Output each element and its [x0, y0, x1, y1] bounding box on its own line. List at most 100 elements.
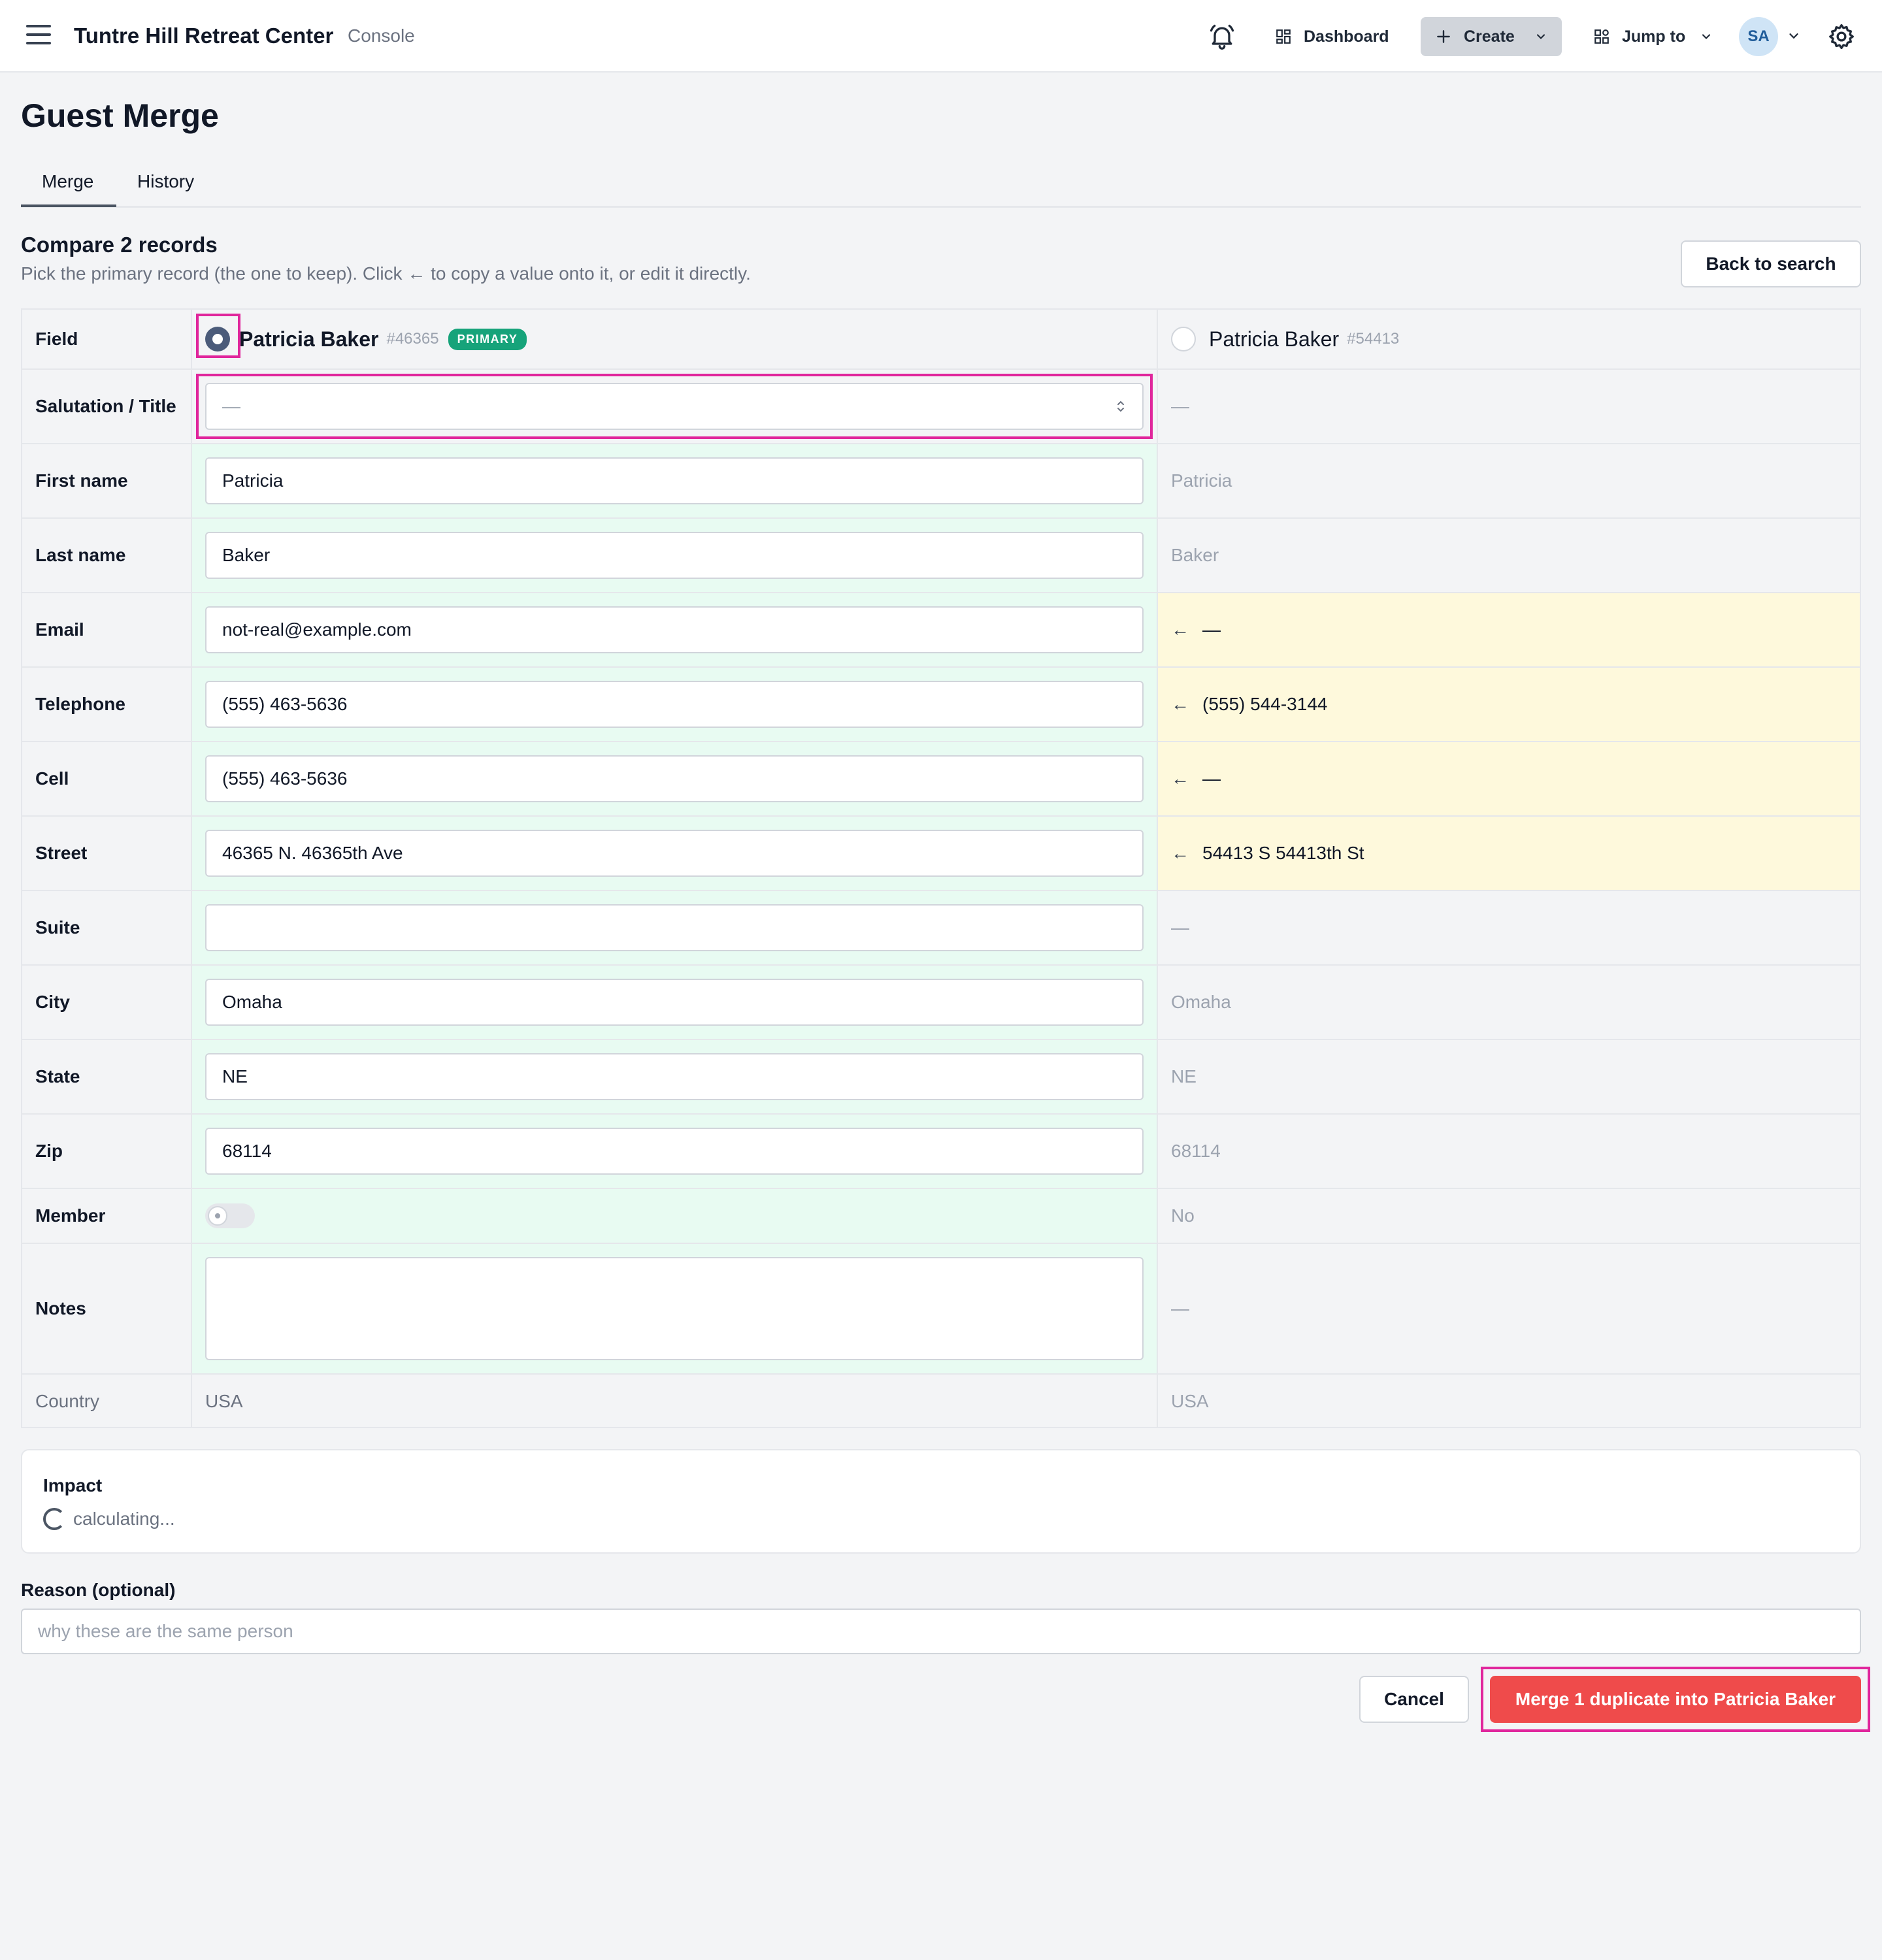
primary-badge: PRIMARY	[448, 328, 527, 350]
primary-value-cell: Patricia	[192, 444, 1158, 517]
menu-icon[interactable]	[26, 25, 51, 47]
tab-bar: Merge History	[21, 163, 1861, 208]
duplicate-value: No	[1171, 1205, 1195, 1226]
impact-panel: Impact calculating...	[21, 1449, 1861, 1554]
dashboard-button[interactable]: Dashboard	[1270, 17, 1395, 56]
table-row: Suite —	[22, 891, 1860, 966]
duplicate-value: —	[1171, 396, 1189, 416]
reason-label: Reason (optional)	[21, 1580, 176, 1600]
notes-textarea[interactable]	[205, 1257, 1144, 1360]
table-row: Street 46365 N. 46365th Ave ← 54413 S 54…	[22, 817, 1860, 891]
field-label: Cell	[22, 742, 192, 815]
cancel-button[interactable]: Cancel	[1359, 1676, 1469, 1723]
arrow-left-icon: ←	[1171, 694, 1189, 714]
compare-title: Compare 2 records	[21, 233, 218, 257]
primary-value-cell: Omaha	[192, 966, 1158, 1039]
table-row: Cell (555) 463-5636 ← —	[22, 742, 1860, 817]
copy-cell-cell[interactable]: ← —	[1158, 742, 1860, 815]
primary-value-cell: Baker	[192, 519, 1158, 592]
field-label: Last name	[22, 519, 192, 592]
field-label: Member	[22, 1189, 192, 1243]
table-header-row: Field Patricia Baker #46365 PRIMARY Patr…	[22, 310, 1860, 370]
cell-input[interactable]: (555) 463-5636	[205, 755, 1144, 802]
primary-value-cell: (555) 463-5636	[192, 742, 1158, 815]
duplicate-value: 54413 S 54413th St	[1202, 843, 1364, 863]
reason-input[interactable]	[21, 1609, 1861, 1654]
chevron-down-icon[interactable]	[1787, 29, 1801, 43]
copy-telephone-cell[interactable]: ← (555) 544-3144	[1158, 668, 1860, 741]
field-label: City	[22, 966, 192, 1039]
copy-email-cell[interactable]: ← —	[1158, 593, 1860, 666]
chevron-down-icon	[1536, 34, 1545, 39]
duplicate-value: —	[1202, 768, 1221, 789]
table-row: Member No	[22, 1189, 1860, 1244]
state-input[interactable]: NE	[205, 1053, 1144, 1100]
page-title: Guest Merge	[21, 97, 219, 134]
primary-record-header: Patricia Baker #46365 PRIMARY	[192, 310, 1158, 368]
table-row: Zip 68114 68114	[22, 1115, 1860, 1189]
email-input[interactable]: not-real@example.com	[205, 606, 1144, 653]
member-toggle[interactable]	[205, 1203, 255, 1228]
primary-value-cell: 68114	[192, 1115, 1158, 1188]
table-row: City Omaha Omaha	[22, 966, 1860, 1040]
primary-value: USA	[192, 1375, 1158, 1428]
salutation-select[interactable]: —	[205, 383, 1144, 430]
field-header: Field	[22, 310, 192, 368]
jump-to-button[interactable]: Jump to	[1588, 17, 1718, 56]
dashboard-label: Dashboard	[1304, 27, 1389, 46]
bell-icon[interactable]	[1208, 22, 1236, 51]
primary-value-cell: NE	[192, 1040, 1158, 1113]
duplicate-value: Omaha	[1171, 992, 1231, 1012]
zip-input[interactable]: 68114	[205, 1128, 1144, 1175]
field-label: Street	[22, 817, 192, 890]
city-input[interactable]: Omaha	[205, 979, 1144, 1026]
street-input[interactable]: 46365 N. 46365th Ave	[205, 830, 1144, 877]
table-row: First name Patricia Patricia	[22, 444, 1860, 519]
duplicate-value: (555) 544-3144	[1202, 694, 1328, 714]
app-subtitle: Console	[348, 25, 415, 46]
table-row: Last name Baker Baker	[22, 519, 1860, 593]
top-bar: Tuntre Hill Retreat Center Console Dashb…	[0, 0, 1882, 73]
merge-button[interactable]: Merge 1 duplicate into Patricia Baker	[1490, 1676, 1861, 1723]
select-arrows-icon	[1117, 400, 1124, 412]
arrow-left-icon: ←	[1171, 619, 1189, 640]
suite-input[interactable]	[205, 904, 1144, 951]
jump-to-label: Jump to	[1622, 27, 1686, 46]
avatar[interactable]: SA	[1739, 17, 1778, 56]
tab-merge[interactable]: Merge	[42, 171, 93, 192]
apps-icon	[1594, 29, 1609, 44]
field-label: First name	[22, 444, 192, 517]
field-label: Zip	[22, 1115, 192, 1188]
table-row: Country USA USA	[22, 1375, 1860, 1428]
duplicate-record-header: Patricia Baker #54413	[1158, 310, 1860, 368]
back-to-search-button[interactable]: Back to search	[1681, 240, 1861, 287]
primary-value-cell	[192, 1244, 1158, 1373]
table-row: Email not-real@example.com ← —	[22, 593, 1860, 668]
field-label: Suite	[22, 891, 192, 964]
gear-icon[interactable]	[1827, 22, 1856, 51]
duplicate-value: Patricia	[1171, 470, 1232, 491]
arrow-left-icon: ←	[1171, 843, 1189, 863]
first-name-input[interactable]: Patricia	[205, 457, 1144, 504]
field-label: State	[22, 1040, 192, 1113]
last-name-input[interactable]: Baker	[205, 532, 1144, 579]
compare-table: Field Patricia Baker #46365 PRIMARY Patr…	[21, 308, 1861, 1428]
duplicate-value: NE	[1171, 1066, 1197, 1086]
primary-value-cell: —	[192, 370, 1158, 443]
duplicate-record-radio[interactable]	[1171, 327, 1196, 351]
field-label: Telephone	[22, 668, 192, 741]
chevron-down-icon	[1702, 34, 1711, 39]
primary-value-cell: (555) 463-5636	[192, 668, 1158, 741]
duplicate-value: —	[1202, 619, 1221, 640]
primary-value-cell: not-real@example.com	[192, 593, 1158, 666]
spinner-icon	[43, 1508, 65, 1530]
duplicate-value: Baker	[1171, 545, 1219, 565]
copy-street-cell[interactable]: ← 54413 S 54413th St	[1158, 817, 1860, 890]
tab-history[interactable]: History	[137, 171, 194, 192]
app-title[interactable]: Tuntre Hill Retreat Center	[74, 24, 333, 48]
create-label: Create	[1464, 27, 1515, 46]
dashboard-icon	[1276, 29, 1291, 44]
telephone-input[interactable]: (555) 463-5636	[205, 681, 1144, 728]
create-button[interactable]: Create	[1421, 17, 1562, 56]
primary-record-radio[interactable]	[205, 327, 230, 351]
